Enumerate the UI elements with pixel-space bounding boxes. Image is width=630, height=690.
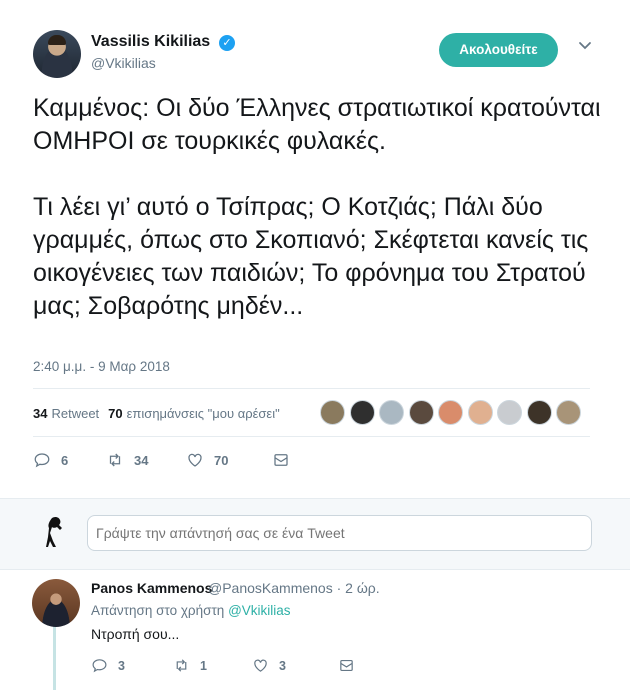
envelope-icon [274, 454, 288, 466]
retweet-label[interactable]: Retweet [51, 406, 99, 421]
divider [33, 436, 590, 437]
liker-avatar[interactable] [497, 400, 522, 425]
like-action-count: 70 [214, 452, 229, 468]
like-button[interactable]: 70 [186, 451, 272, 469]
reply-to-handle-link[interactable]: @Vkikilias [228, 603, 290, 618]
liker-avatar[interactable] [349, 400, 375, 425]
author-handle[interactable]: @Vkikilias [91, 55, 156, 71]
reply-tweet: Panos Kammenos @PanosKammenos · 2 ώρ. Απ… [0, 570, 630, 690]
retweet-action-count: 34 [134, 452, 149, 468]
heart-icon [188, 453, 202, 467]
tweet-text: Καμμένος: Οι δύο Έλληνες στρατιωτικοί κρ… [33, 94, 601, 320]
reply-icon [34, 453, 50, 468]
liker-avatar[interactable] [379, 400, 404, 425]
liker-avatar[interactable] [320, 400, 345, 425]
reply-like-button[interactable]: 3 [252, 657, 338, 674]
liker-avatar[interactable] [438, 400, 463, 425]
tweet-actions: 6 34 70 [33, 448, 300, 472]
reply-icon [92, 659, 107, 673]
liker-avatar[interactable] [467, 400, 493, 425]
reply-reply-count: 3 [118, 658, 125, 673]
reply-text: Ντροπή σου... [91, 626, 180, 642]
reply-like-count: 3 [279, 658, 286, 673]
author-avatar[interactable] [33, 30, 81, 78]
chevron-down-icon[interactable] [576, 38, 594, 56]
reply-count: 6 [61, 452, 69, 468]
engagement-stats: 34 Retweet 70 επισημάνσεις "μου αρέσει" [33, 398, 280, 428]
retweet-count[interactable]: 34 [33, 406, 47, 421]
author-name[interactable]: Vassilis Kikilias [91, 33, 210, 51]
retweet-icon [109, 453, 121, 467]
like-label[interactable]: επισημάνσεις "μου αρέσει" [127, 406, 280, 421]
envelope-icon [340, 659, 353, 672]
verified-badge-icon: ✓ [219, 35, 235, 51]
divider [33, 388, 590, 389]
reply-direct-message-button[interactable] [338, 657, 365, 674]
heart-icon [254, 659, 267, 672]
liker-avatar[interactable] [526, 400, 552, 425]
reply-input[interactable] [87, 515, 592, 551]
reply-author-handle[interactable]: @PanosKammenos · 2 ώρ. [208, 580, 380, 596]
reply-reply-button[interactable]: 3 [91, 657, 173, 674]
reply-retweet-button[interactable]: 1 [173, 657, 252, 674]
reply-to-line: Απάντηση στο χρήστη @Vkikilias [91, 603, 291, 618]
reply-author-name[interactable]: Panos Kammenos [91, 580, 212, 596]
tweet-timestamp[interactable]: 2:40 μ.μ. - 9 Μαρ 2018 [33, 359, 170, 374]
following-button[interactable]: Ακολουθείτε [439, 33, 558, 67]
like-count[interactable]: 70 [108, 406, 122, 421]
reply-author-avatar[interactable] [32, 579, 80, 627]
reply-button[interactable]: 6 [33, 451, 106, 469]
liker-avatars [320, 400, 586, 425]
reply-actions: 3 1 3 [91, 657, 365, 674]
reply-composer [0, 498, 630, 570]
tweet: Vassilis Kikilias ✓ @Vkikilias Ακολουθεί… [0, 0, 630, 498]
retweet-button[interactable]: 34 [106, 451, 186, 469]
retweet-icon [176, 659, 187, 672]
thread-line [53, 626, 56, 690]
reply-retweet-count: 1 [200, 658, 207, 673]
user-silhouette-icon [46, 516, 62, 547]
direct-message-button[interactable] [272, 451, 300, 469]
reply-to-prefix: Απάντηση στο χρήστη [91, 603, 225, 618]
liker-avatar[interactable] [408, 400, 434, 425]
liker-avatar[interactable] [556, 400, 581, 425]
